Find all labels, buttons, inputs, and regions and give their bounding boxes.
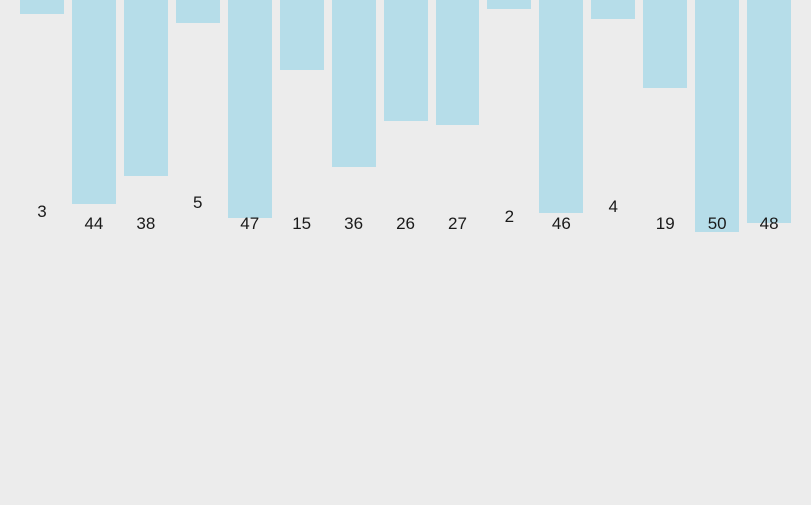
bar-label: 36 <box>332 215 376 232</box>
bar-11: 4 <box>591 0 635 240</box>
bar-10: 46 <box>539 0 583 240</box>
bar-rect <box>332 0 376 167</box>
bar-label: 48 <box>747 215 791 232</box>
bar-3: 5 <box>176 0 220 240</box>
bar-rect <box>124 0 168 176</box>
bar-label: 26 <box>384 215 428 232</box>
bar-label: 2 <box>487 208 531 225</box>
bar-label: 50 <box>695 215 739 232</box>
bar-rect <box>643 0 687 88</box>
bar-label: 38 <box>124 215 168 232</box>
bar-rect <box>280 0 324 70</box>
bar-8: 27 <box>436 0 480 240</box>
bar-rect <box>747 0 791 223</box>
bar-7: 26 <box>384 0 428 240</box>
bar-chart: 3 44 38 5 47 15 36 26 <box>0 0 811 505</box>
bar-5: 15 <box>280 0 324 240</box>
bar-label: 47 <box>228 215 272 232</box>
bar-rect <box>695 0 739 232</box>
bar-6: 36 <box>332 0 376 240</box>
bar-label: 5 <box>176 194 220 211</box>
bar-rect <box>384 0 428 121</box>
bar-14: 48 <box>747 0 791 240</box>
bar-9: 2 <box>487 0 531 240</box>
bar-rect <box>228 0 272 218</box>
bar-rect <box>591 0 635 19</box>
chart-bars-area: 3 44 38 5 47 15 36 26 <box>20 0 791 240</box>
bar-rect <box>176 0 220 23</box>
bar-label: 44 <box>72 215 116 232</box>
bar-label: 15 <box>280 215 324 232</box>
bar-2: 38 <box>124 0 168 240</box>
bar-0: 3 <box>20 0 64 240</box>
bar-rect <box>539 0 583 213</box>
bar-label: 19 <box>643 215 687 232</box>
bar-13: 50 <box>695 0 739 240</box>
bar-1: 44 <box>72 0 116 240</box>
bar-label: 46 <box>539 215 583 232</box>
bar-rect <box>487 0 531 9</box>
bar-4: 47 <box>228 0 272 240</box>
bar-rect <box>72 0 116 204</box>
bar-rect <box>20 0 64 14</box>
bar-12: 19 <box>643 0 687 240</box>
bar-label: 4 <box>591 198 635 215</box>
bar-label: 27 <box>436 215 480 232</box>
bar-rect <box>436 0 480 125</box>
bar-label: 3 <box>20 203 64 220</box>
